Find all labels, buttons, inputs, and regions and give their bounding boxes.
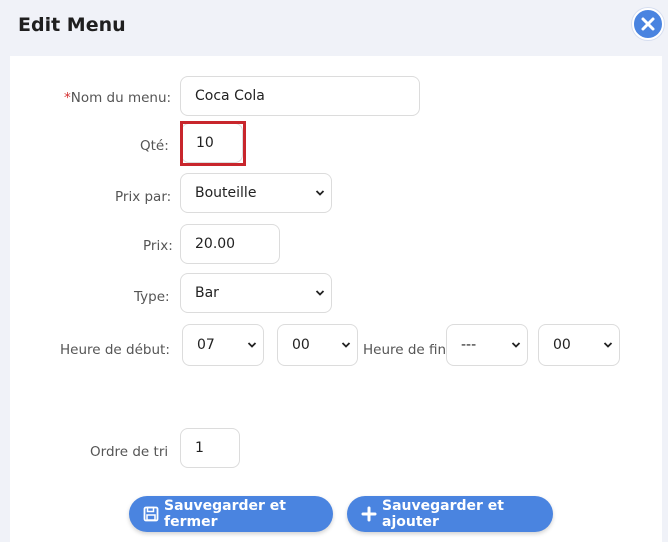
dialog-title: Edit Menu [18,14,126,36]
start-hour-select[interactable]: 07 [182,324,264,366]
chevron-down-icon [247,342,257,348]
chevron-down-icon [341,342,351,348]
price-per-value: Bouteille [195,185,257,201]
start-minute-select[interactable]: 00 [277,324,358,366]
end-minute-select[interactable]: 00 [538,324,620,366]
save-and-close-button[interactable]: Sauvegarder et fermer [129,496,333,532]
price-per-label: Prix par: [115,189,172,205]
close-button[interactable] [632,8,664,40]
dialog-header: Edit Menu [0,0,668,56]
start-minute-value: 00 [292,337,310,353]
end-hour-value: --- [461,337,477,353]
end-hour-select[interactable]: --- [446,324,528,366]
save-and-close-label: Sauvegarder et fermer [164,498,286,530]
price-input-value: 20.00 [195,236,236,252]
close-icon [641,17,655,31]
form-panel [10,56,662,542]
price-input[interactable]: 20.00 [180,224,280,264]
sort-order-label: Ordre de tri [90,444,169,460]
save-and-add-button[interactable]: Sauvegarder et ajouter [347,496,553,532]
price-per-select[interactable]: Bouteille [180,173,332,213]
sort-order-input[interactable]: 1 [180,428,240,468]
floppy-disk-icon [143,506,159,522]
start-time-label: Heure de début: [60,342,170,358]
required-mark: * [64,90,71,106]
sort-order-value: 1 [195,440,204,456]
price-label: Prix: [143,238,173,254]
chevron-down-icon [603,342,613,348]
type-value: Bar [195,285,219,301]
chevron-down-icon [315,290,325,296]
name-label: *Nom du menu: [64,90,171,106]
panel-margin-left [0,56,10,542]
qty-label: Qté: [140,138,169,154]
save-and-add-label: Sauvegarder et ajouter [382,498,504,530]
panel-margin-right [662,56,668,542]
end-minute-value: 00 [553,337,571,353]
end-time-label: Heure de fin [363,342,447,358]
chevron-down-icon [511,342,521,348]
type-label: Type: [134,289,170,305]
name-input-value: Coca Cola [195,88,265,104]
type-select[interactable]: Bar [180,273,332,313]
start-hour-value: 07 [197,337,215,353]
chevron-down-icon [315,190,325,196]
plus-icon [361,506,377,522]
name-input[interactable]: Coca Cola [180,76,420,116]
name-label-text: Nom du menu: [70,90,172,106]
qty-highlight-box [180,121,246,166]
